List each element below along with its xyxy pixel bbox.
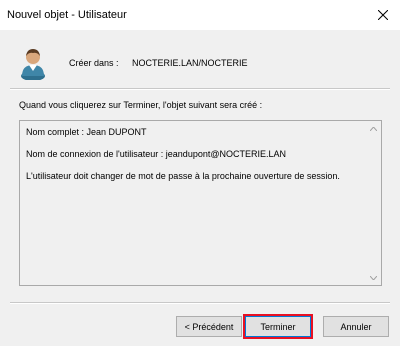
chevron-up-icon	[370, 126, 377, 131]
cancel-button[interactable]: Annuler	[323, 316, 389, 337]
title-bar: Nouvel objet - Utilisateur	[0, 0, 400, 30]
close-icon	[378, 10, 388, 20]
summary-line-password: L'utilisateur doit changer de mot de pas…	[26, 171, 340, 181]
summary-line-fullname: Nom complet : Jean DUPONT	[26, 127, 147, 137]
create-in-value: NOCTERIE.LAN/NOCTERIE	[132, 58, 248, 68]
window-title: Nouvel objet - Utilisateur	[7, 9, 127, 21]
close-button[interactable]	[366, 0, 400, 30]
summary-line-logon: Nom de connexion de l'utilisateur : jean…	[26, 149, 286, 159]
finish-button[interactable]: Terminer	[245, 316, 311, 337]
chevron-down-icon	[370, 275, 377, 280]
summary-content: Nom complet : Jean DUPONT Nom de connexi…	[26, 127, 361, 193]
scroll-down-button[interactable]	[366, 270, 381, 285]
create-in-label: Créer dans :	[69, 58, 119, 68]
summary-box[interactable]: Nom complet : Jean DUPONT Nom de connexi…	[19, 120, 382, 286]
footer-divider	[10, 302, 390, 304]
previous-button[interactable]: < Précédent	[176, 316, 242, 337]
header-divider	[10, 88, 390, 90]
vertical-scrollbar[interactable]	[366, 121, 381, 285]
intro-text: Quand vous cliquerez sur Terminer, l'obj…	[19, 100, 263, 110]
user-icon	[21, 49, 45, 80]
scroll-up-button[interactable]	[366, 121, 381, 136]
header-area: Créer dans : NOCTERIE.LAN/NOCTERIE	[0, 30, 400, 90]
